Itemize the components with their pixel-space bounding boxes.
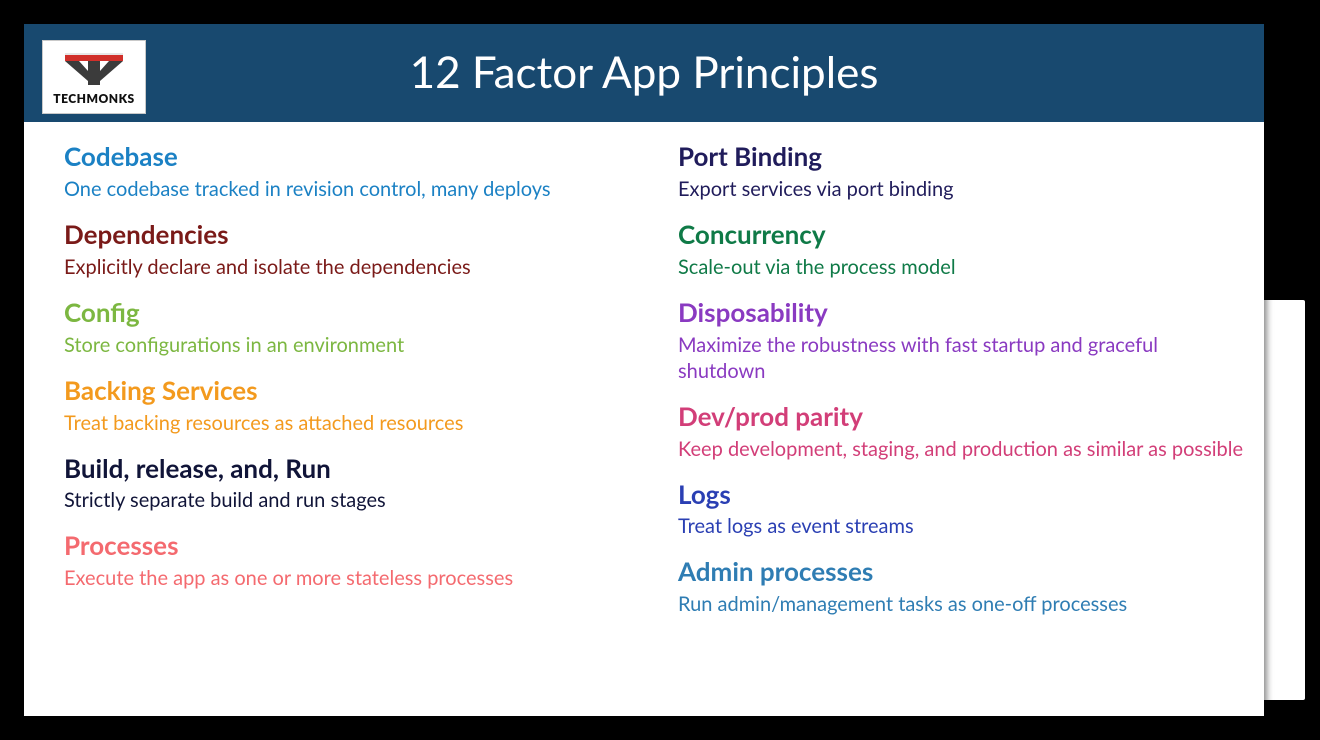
principle-disposability: Disposability Maximize the robustness wi… <box>678 298 1244 384</box>
principle-title: Codebase <box>64 142 630 172</box>
principle-title: Processes <box>64 531 630 561</box>
principle-build-release-run: Build, release, and, Run Strictly separa… <box>64 454 630 514</box>
principle-title: Concurrency <box>678 220 1244 250</box>
principle-desc: Treat backing resources as attached reso… <box>64 410 630 436</box>
principle-title: Dev/prod parity <box>678 402 1244 432</box>
principle-admin-processes: Admin processes Run admin/management tas… <box>678 557 1244 617</box>
principle-processes: Processes Execute the app as one or more… <box>64 531 630 591</box>
header-bar: TECHMONKS 12 Factor App Principles <box>24 24 1264 122</box>
principle-title: Build, release, and, Run <box>64 454 630 484</box>
principle-desc: Store configurations in an environment <box>64 332 630 358</box>
principle-desc: Execute the app as one or more stateless… <box>64 565 630 591</box>
principle-title: Dependencies <box>64 220 630 250</box>
principle-backing-services: Backing Services Treat backing resources… <box>64 376 630 436</box>
principle-logs: Logs Treat logs as event streams <box>678 480 1244 540</box>
principle-dependencies: Dependencies Explicitly declare and isol… <box>64 220 630 280</box>
principle-title: Backing Services <box>64 376 630 406</box>
column-right: Port Binding Export services via port bi… <box>678 142 1244 635</box>
principle-desc: Explicitly declare and isolate the depen… <box>64 254 630 280</box>
principle-desc: Run admin/management tasks as one-off pr… <box>678 591 1244 617</box>
principle-desc: Keep development, staging, and productio… <box>678 436 1244 462</box>
principle-desc: Treat logs as event streams <box>678 513 1244 539</box>
principle-desc: One codebase tracked in revision control… <box>64 176 630 202</box>
principle-title: Disposability <box>678 298 1244 328</box>
principle-desc: Maximize the robustness with fast startu… <box>678 332 1244 384</box>
principle-title: Config <box>64 298 630 328</box>
principle-desc: Scale-out via the process model <box>678 254 1244 280</box>
principle-title: Logs <box>678 480 1244 510</box>
principle-title: Admin processes <box>678 557 1244 587</box>
principle-codebase: Codebase One codebase tracked in revisio… <box>64 142 630 202</box>
principle-desc: Strictly separate build and run stages <box>64 487 630 513</box>
principle-desc: Export services via port binding <box>678 176 1244 202</box>
slide-title: 12 Factor App Principles <box>24 46 1264 98</box>
principle-dev-prod-parity: Dev/prod parity Keep development, stagin… <box>678 402 1244 462</box>
principle-port-binding: Port Binding Export services via port bi… <box>678 142 1244 202</box>
principle-title: Port Binding <box>678 142 1244 172</box>
stage: TECHMONKS 12 Factor App Principles Codeb… <box>0 0 1320 740</box>
principle-concurrency: Concurrency Scale-out via the process mo… <box>678 220 1244 280</box>
principle-config: Config Store configurations in an enviro… <box>64 298 630 358</box>
column-left: Codebase One codebase tracked in revisio… <box>64 142 630 635</box>
slide: TECHMONKS 12 Factor App Principles Codeb… <box>24 24 1264 716</box>
content: Codebase One codebase tracked in revisio… <box>64 142 1244 635</box>
